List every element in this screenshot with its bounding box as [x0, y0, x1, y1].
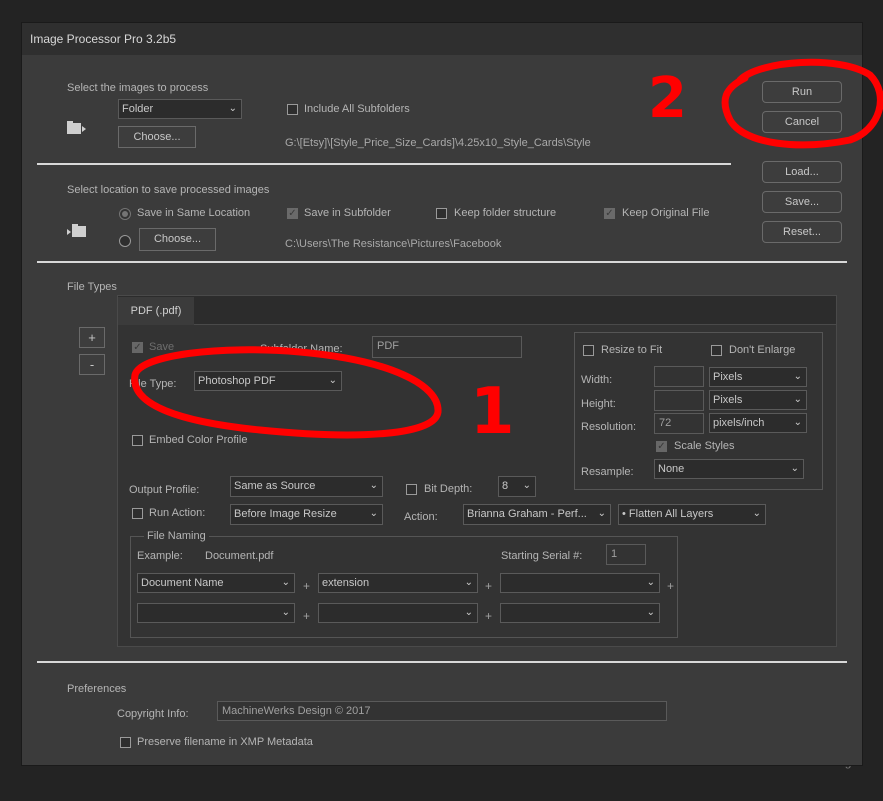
annotation-circle: [721, 58, 883, 149]
annotation-overlay: 2 1: [131, 58, 883, 449]
annotation-circle: [131, 346, 442, 439]
annotation-number-one: 1: [470, 375, 515, 449]
annotation-number-two: 2: [648, 66, 687, 131]
